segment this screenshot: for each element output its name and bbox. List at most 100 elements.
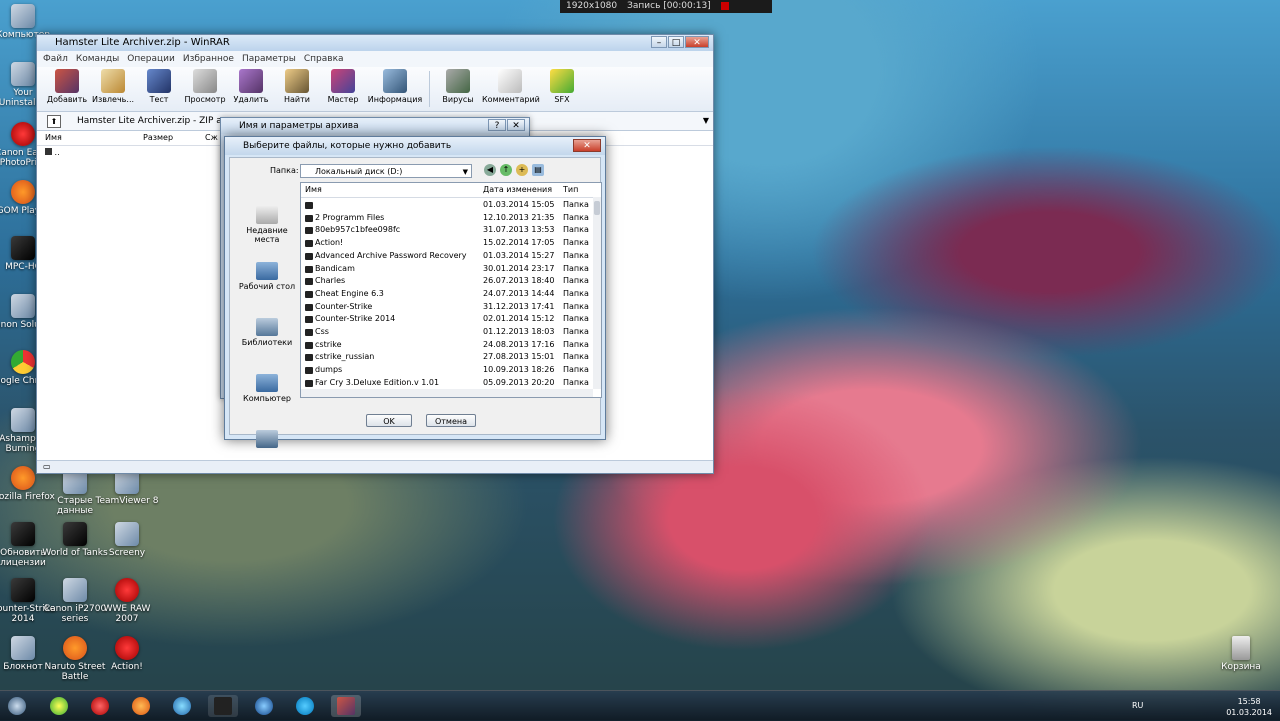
recorder-bar[interactable]: 1920x1080 Запись [00:00:13]	[560, 0, 772, 13]
firefox-icon	[132, 697, 150, 715]
column-size[interactable]: Размер	[143, 131, 173, 145]
vertical-scrollbar[interactable]	[593, 197, 601, 389]
new-folder-icon[interactable]: +	[516, 164, 528, 176]
menu-file[interactable]: Файл	[43, 51, 68, 67]
column-name[interactable]: Имя	[305, 183, 322, 197]
virus-scan-button[interactable]: Вирусы	[436, 67, 480, 111]
list-item[interactable]: ..	[45, 148, 60, 157]
view-menu-icon[interactable]: ▤	[532, 164, 544, 176]
back-icon[interactable]: ◀	[484, 164, 496, 176]
virus-icon	[446, 69, 470, 93]
folder-icon	[305, 214, 313, 222]
file-row[interactable]: Advanced Archive Password Recovery 01.03.…	[301, 250, 601, 263]
folder-icon	[305, 202, 313, 209]
folder-icon	[305, 278, 313, 286]
file-row[interactable]: Charles 26.07.2013 18:40 Папка	[301, 275, 601, 288]
canon-icon	[11, 122, 35, 146]
file-row[interactable]: 2 Programm Files 12.10.2013 21:35 Папка	[301, 212, 601, 225]
menu-operations[interactable]: Операции	[127, 51, 175, 67]
add-button[interactable]: Добавить	[45, 67, 89, 111]
place-recent[interactable]: Недавние места	[236, 206, 298, 258]
taskbar-winrar[interactable]	[331, 695, 361, 717]
menu-favorites[interactable]: Избранное	[183, 51, 234, 67]
menu-help[interactable]: Справка	[304, 51, 344, 67]
taskbar-firefox[interactable]	[126, 695, 156, 717]
taskbar-skype[interactable]	[290, 695, 320, 717]
archive-dialog-close-button[interactable]: ✕	[507, 119, 525, 131]
file-row[interactable]: 01.03.2014 15:05 Папка	[301, 199, 601, 212]
file-row[interactable]: cstrike_russian 27.08.2013 15:01 Папка	[301, 351, 601, 364]
file-row[interactable]: Bandicam 30.01.2014 23:17 Папка	[301, 263, 601, 276]
scrollbar-thumb[interactable]	[594, 201, 600, 215]
taskbar-ie[interactable]	[167, 695, 197, 717]
chevron-down-icon[interactable]: ▼	[703, 112, 709, 130]
place-desktop[interactable]: Рабочий стол	[236, 262, 298, 314]
file-row[interactable]: Counter-Strike 2014 02.01.2014 15:12 Папка	[301, 313, 601, 326]
up-folder-button[interactable]: ⬆	[47, 115, 61, 128]
close-button[interactable]: ✕	[685, 36, 709, 48]
column-packed[interactable]: Сж	[205, 131, 218, 145]
file-row[interactable]: cstrike 24.08.2013 17:16 Папка	[301, 339, 601, 352]
comment-button[interactable]: Комментарий	[482, 67, 540, 111]
minimize-button[interactable]: –	[651, 36, 667, 48]
sfx-button[interactable]: SFX	[540, 67, 584, 111]
look-in-combo[interactable]: Локальный диск (D:) ▼	[300, 164, 472, 178]
winrar-toolbar: Добавить Извлечь... Тест Просмотр Удалит…	[37, 67, 713, 112]
menu-commands[interactable]: Команды	[76, 51, 119, 67]
folder-icon	[305, 316, 313, 324]
taskbar-recorder[interactable]	[208, 695, 238, 717]
taskbar-opera[interactable]	[85, 695, 115, 717]
info-button[interactable]: Информация	[367, 67, 423, 111]
clock[interactable]: 15:58 01.03.2014	[1226, 696, 1272, 718]
menu-options[interactable]: Параметры	[242, 51, 296, 67]
place-computer[interactable]: Компьютер	[236, 374, 298, 426]
view-button[interactable]: Просмотр	[183, 67, 227, 111]
desktop-icon	[256, 262, 278, 280]
start-button[interactable]	[2, 695, 32, 717]
recycle-bin-icon	[1232, 636, 1250, 660]
file-type: Папка	[563, 276, 589, 286]
desktop-icon-screeny[interactable]: Screeny	[92, 522, 162, 558]
desktop-icon-teamviewer[interactable]: TeamViewer 8	[92, 470, 162, 506]
place-libraries[interactable]: Библиотеки	[236, 318, 298, 370]
places-bar: Недавние места Рабочий стол Библиотеки К…	[236, 202, 298, 448]
language-indicator[interactable]: RU	[1132, 701, 1143, 710]
column-name[interactable]: Имя	[45, 131, 62, 145]
cancel-button[interactable]: Отмена	[426, 414, 476, 427]
folder-icon	[305, 265, 313, 273]
column-type[interactable]: Тип	[563, 183, 578, 197]
record-stop-icon[interactable]	[720, 2, 729, 10]
winrar-titlebar[interactable]: Hamster Lite Archiver.zip - WinRAR – □ ✕	[37, 35, 713, 51]
file-date: 31.12.2013 17:41	[483, 301, 555, 311]
horizontal-scrollbar[interactable]	[301, 389, 593, 397]
file-row[interactable]: Far Cry 3.Deluxe Edition.v 1.01 05.09.201…	[301, 377, 601, 390]
column-date[interactable]: Дата изменения	[483, 183, 552, 197]
archive-dialog-title: Имя и параметры архива	[239, 121, 359, 131]
taskbar-app-1[interactable]	[44, 695, 74, 717]
archive-path[interactable]: Hamster Lite Archiver.zip - ZIP архив	[77, 112, 244, 130]
wizard-button[interactable]: Мастер	[321, 67, 365, 111]
taskbar-app-2[interactable]	[249, 695, 279, 717]
place-network[interactable]	[236, 430, 298, 482]
desktop-icon-action[interactable]: Action!	[92, 636, 162, 672]
desktop-icon-wwe[interactable]: WWE RAW 2007	[92, 578, 162, 624]
file-dialog-close-button[interactable]: ✕	[573, 139, 601, 152]
test-button[interactable]: Тест	[137, 67, 181, 111]
file-row[interactable]: dumps 10.09.2013 18:26 Папка	[301, 364, 601, 377]
ok-button[interactable]: OK	[366, 414, 412, 427]
screeny-icon	[115, 522, 139, 546]
file-row[interactable]: Counter-Strike 31.12.2013 17:41 Папка	[301, 301, 601, 314]
maximize-button[interactable]: □	[668, 36, 684, 48]
file-row[interactable]: Action! 15.02.2014 17:05 Папка	[301, 237, 601, 250]
extract-button[interactable]: Извлечь...	[91, 67, 135, 111]
desktop-icon-recycle-bin[interactable]: Корзина	[1206, 636, 1276, 672]
file-row[interactable]: 80eb957c1bfee098fc 31.07.2013 13:53 Папка	[301, 224, 601, 237]
file-row[interactable]: Cheat Engine 6.3 24.07.2013 14:44 Папка	[301, 288, 601, 301]
help-button[interactable]: ?	[488, 119, 506, 131]
file-row[interactable]: Css 01.12.2013 18:03 Папка	[301, 326, 601, 339]
up-folder-icon[interactable]: ↑	[500, 164, 512, 176]
archive-dialog-titlebar[interactable]: Имя и параметры архива ? ✕	[221, 118, 529, 134]
find-button[interactable]: Найти	[275, 67, 319, 111]
delete-button[interactable]: Удалить	[229, 67, 273, 111]
file-dialog-titlebar[interactable]: Выберите файлы, которые нужно добавить ✕	[225, 137, 605, 155]
